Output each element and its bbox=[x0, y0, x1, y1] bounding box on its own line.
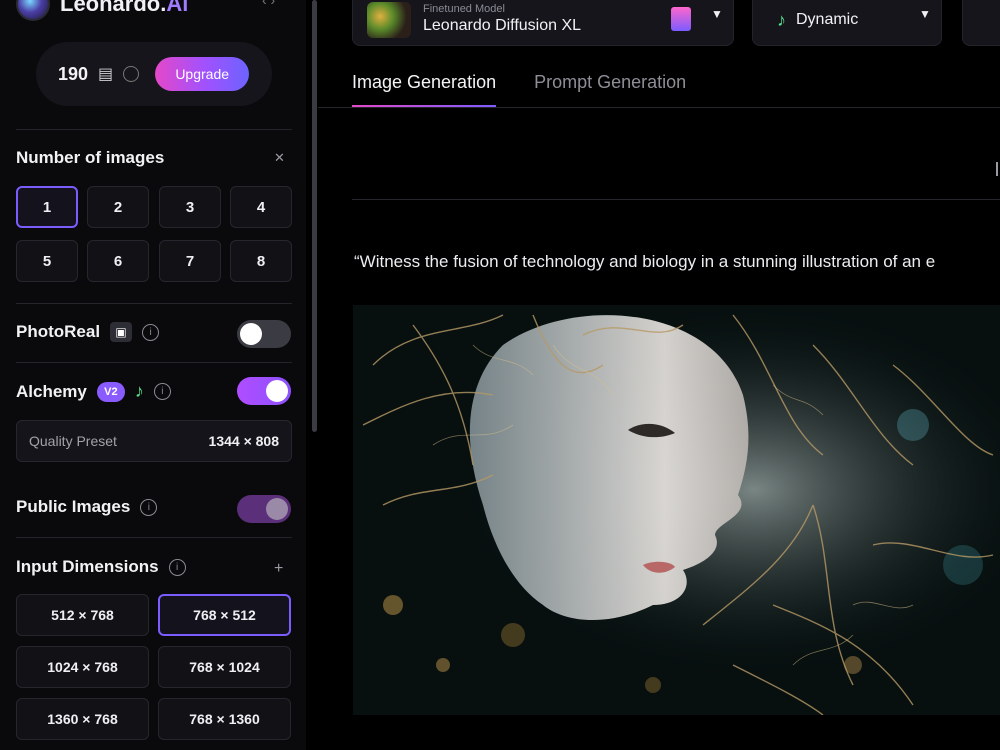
app-name-main: Leonardo. bbox=[60, 0, 167, 16]
app-name: Leonardo.Ai bbox=[60, 0, 188, 17]
model-edit-icon[interactable] bbox=[671, 7, 691, 31]
divider bbox=[16, 362, 292, 363]
public-images-toggle[interactable] bbox=[237, 495, 291, 523]
collapse-icon[interactable]: ‹ › bbox=[262, 0, 275, 8]
tab-prompt-generation[interactable]: Prompt Generation bbox=[534, 72, 686, 108]
image-count-2[interactable]: 2 bbox=[87, 186, 149, 228]
alchemy-badge: V2 bbox=[96, 381, 125, 402]
token-pill: 190 ▤ Upgrade bbox=[36, 42, 272, 106]
prompt-divider bbox=[352, 199, 1000, 200]
alchemy-toggle[interactable] bbox=[237, 377, 291, 405]
preset-value: 1344 × 808 bbox=[208, 433, 279, 449]
chevron-down-icon[interactable]: ▼ bbox=[711, 7, 723, 21]
divider bbox=[16, 129, 292, 130]
dimensions-title: Input Dimensions bbox=[16, 557, 159, 576]
public-images-label: Public Images bbox=[16, 497, 131, 516]
close-icon[interactable]: ✕ bbox=[274, 150, 285, 166]
sidebar-scrollbar[interactable] bbox=[312, 0, 317, 432]
model-meta: Finetuned Model Leonardo Diffusion XL bbox=[423, 3, 581, 37]
style-name: Dynamic bbox=[796, 11, 859, 28]
info-icon[interactable]: i bbox=[153, 383, 171, 400]
token-count: 190 bbox=[58, 63, 89, 84]
tab-bar: Image Generation Prompt Generation bbox=[352, 72, 686, 108]
model-selector[interactable]: Finetuned Model Leonardo Diffusion XL ▼ bbox=[352, 0, 734, 46]
alchemy-row: Alchemy V2 ♪ i bbox=[16, 381, 171, 402]
tab-image-generation[interactable]: Image Generation bbox=[352, 72, 497, 108]
photoreal-row: PhotoReal ▣ i bbox=[16, 322, 160, 342]
extra-selector[interactable] bbox=[962, 0, 1000, 46]
photoreal-toggle[interactable] bbox=[237, 320, 291, 348]
public-images-row: Public Images i bbox=[16, 497, 158, 517]
model-subtitle: Finetuned Model bbox=[423, 3, 505, 15]
info-icon[interactable]: i bbox=[142, 323, 160, 341]
alchemy-label: Alchemy bbox=[16, 381, 87, 401]
image-count-5[interactable]: 5 bbox=[16, 240, 78, 282]
toggle-knob bbox=[266, 380, 288, 402]
preset-label: Quality Preset bbox=[29, 433, 117, 449]
image-count-6[interactable]: 6 bbox=[87, 240, 149, 282]
chevron-down-icon[interactable]: ▼ bbox=[919, 7, 931, 21]
photoreal-label: PhotoReal bbox=[16, 322, 101, 341]
brand[interactable]: Leonardo.Ai bbox=[16, 0, 188, 24]
toggle-knob bbox=[240, 323, 262, 345]
plus-icon[interactable]: + bbox=[274, 560, 283, 578]
dimension-option-512x768[interactable]: 512 × 768 bbox=[16, 594, 149, 636]
style-icon: ♪ bbox=[777, 9, 786, 30]
dimension-option-768x512[interactable]: 768 × 512 bbox=[158, 594, 291, 636]
image-count-4[interactable]: 4 bbox=[230, 186, 292, 228]
divider bbox=[16, 537, 292, 538]
generated-image[interactable] bbox=[353, 305, 1000, 715]
clock-icon bbox=[123, 66, 140, 82]
image-count-1[interactable]: 1 bbox=[16, 186, 78, 228]
dimension-option-1024x768[interactable]: 1024 × 768 bbox=[16, 646, 149, 688]
tab-divider bbox=[318, 107, 1000, 108]
dimension-option-1360x768[interactable]: 1360 × 768 bbox=[16, 698, 149, 740]
image-count-7[interactable]: 7 bbox=[159, 240, 221, 282]
prompt-text[interactable]: “Witness the fusion of technology and bi… bbox=[354, 252, 1000, 272]
info-icon[interactable]: i bbox=[168, 558, 186, 576]
upgrade-button[interactable]: Upgrade bbox=[155, 57, 250, 91]
leaf-icon: ♪ bbox=[134, 381, 144, 401]
dimensions-row: Input Dimensions i bbox=[16, 557, 186, 577]
number-of-images-title: Number of images bbox=[16, 148, 165, 167]
photoreal-icon: ▣ bbox=[110, 322, 133, 342]
quality-preset-field[interactable]: Quality Preset 1344 × 808 bbox=[16, 420, 292, 462]
style-selector[interactable]: ♪ Dynamic ▼ bbox=[752, 0, 942, 46]
toggle-knob bbox=[266, 498, 288, 520]
image-count-8[interactable]: 8 bbox=[230, 240, 292, 282]
text-cursor bbox=[996, 162, 998, 176]
generated-image-art bbox=[353, 305, 1000, 715]
divider bbox=[16, 303, 292, 304]
app-name-ai: Ai bbox=[166, 0, 189, 16]
model-thumbnail bbox=[367, 2, 411, 38]
avatar[interactable] bbox=[16, 0, 50, 21]
dimension-option-768x1024[interactable]: 768 × 1024 bbox=[158, 646, 291, 688]
model-name: Leonardo Diffusion XL bbox=[423, 17, 582, 34]
dimension-option-768x1360[interactable]: 768 × 1360 bbox=[158, 698, 291, 740]
image-count-3[interactable]: 3 bbox=[159, 186, 221, 228]
sidebar: Leonardo.Ai ‹ › 190 ▤ Upgrade Number of … bbox=[0, 0, 306, 750]
token-icon: ▤ bbox=[98, 66, 114, 83]
info-icon[interactable]: i bbox=[140, 498, 158, 516]
